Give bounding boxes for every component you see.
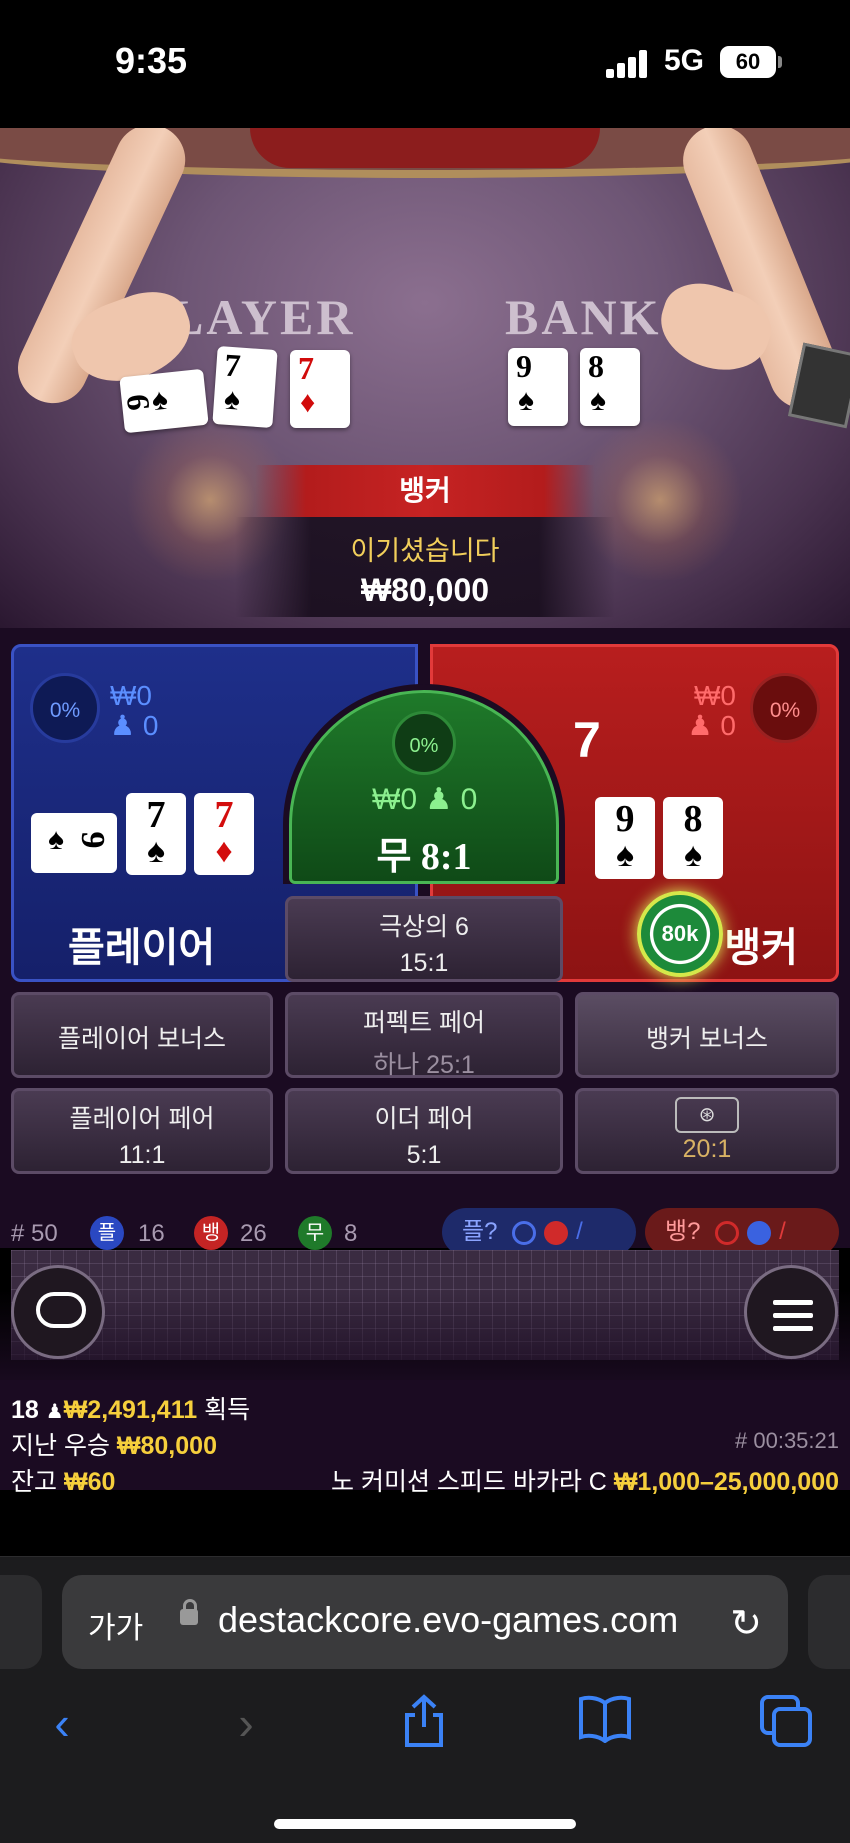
- player-bonus-bet[interactable]: 플레이어 보너스: [11, 992, 273, 1078]
- home-indicator: [274, 1819, 576, 1829]
- player-card-1: ♠ 9: [31, 813, 117, 873]
- menu-icon: [773, 1300, 813, 1305]
- prev-tab[interactable]: [0, 1575, 42, 1669]
- player-ask-button[interactable]: 플? /: [442, 1208, 636, 1256]
- forward-button[interactable]: ›: [216, 1693, 276, 1753]
- share-icon[interactable]: [394, 1693, 454, 1753]
- felt-player-label: LAYER: [170, 289, 356, 345]
- banker-ask-button[interactable]: 뱅? /: [645, 1208, 839, 1256]
- player-pct: 0%: [30, 673, 100, 743]
- signal-icon: [606, 50, 650, 78]
- banker-bonus-bet[interactable]: 뱅커 보너스: [575, 992, 839, 1078]
- round-time: # 00:35:21: [735, 1428, 839, 1453]
- player-card-3: 7 ♦: [194, 793, 254, 875]
- table-card-player-2: 7 ♠: [212, 346, 278, 428]
- banker-score: 7: [573, 712, 601, 768]
- battery-tip: [778, 56, 782, 68]
- person-icon: ♟: [425, 783, 453, 816]
- chat-button[interactable]: [11, 1265, 105, 1359]
- clock: 9:35: [115, 40, 188, 81]
- betting-area: 0% ₩0 ♟ 0 3 ♠ 9 7♠ 7♦ 플레이어 0% ₩0 ♟ 0 7 9…: [0, 628, 850, 1256]
- tie-label: 무 8:1: [376, 836, 472, 878]
- win-amount: ₩80,000: [360, 572, 490, 608]
- banker-stake: ₩0 ♟ 0: [687, 680, 736, 741]
- player-card-2: 7 ♠: [126, 793, 186, 875]
- person-icon: ♟: [687, 710, 713, 741]
- network-type: 5G: [664, 44, 705, 77]
- menu-button[interactable]: [744, 1265, 838, 1359]
- banker-count: 26: [240, 1220, 267, 1247]
- tie-stake: ₩0 ♟ 0: [372, 783, 478, 816]
- player-count: 16: [138, 1220, 165, 1247]
- player-stake: ₩0 ♟ 0: [110, 680, 159, 741]
- win-message: 이기셨습니다: [350, 536, 500, 566]
- balance-line: 잔고 ₩60: [11, 1468, 116, 1496]
- person-icon: ♟: [110, 710, 136, 741]
- chat-icon: [36, 1292, 86, 1328]
- super6-bet[interactable]: 극상의 6 15:1: [285, 896, 563, 982]
- banker-card-1: 9 ♠: [595, 797, 655, 879]
- address-bar[interactable]: 가가 destackcore.evo-games.com ↻: [62, 1575, 788, 1669]
- table-card-player-3: 7 ♦: [290, 350, 350, 428]
- player-label: 플레이어: [68, 926, 216, 970]
- payout-line: 18 ♟₩2,491,411 획득: [11, 1396, 251, 1424]
- banker-dot: 뱅: [194, 1216, 228, 1250]
- tie-dot: 무: [298, 1216, 332, 1250]
- browser-chrome: 가가 destackcore.evo-games.com ↻ ‹ ›: [0, 1556, 850, 1843]
- tabs-icon[interactable]: [756, 1693, 816, 1753]
- url-text: destackcore.evo-games.com: [218, 1599, 679, 1640]
- round-count: # 50: [11, 1220, 58, 1247]
- info-panel: 18 ♟₩2,491,411 획득 지난 우승 ₩80,000 # 00:35:…: [0, 1380, 850, 1496]
- person-icon: ♟: [45, 1401, 64, 1423]
- battery-icon: 60: [720, 46, 776, 78]
- winner-banner: 뱅커: [255, 465, 595, 517]
- banker-card-2: 8 ♠: [663, 797, 723, 879]
- back-button[interactable]: ‹: [32, 1693, 92, 1753]
- next-tab[interactable]: [808, 1575, 850, 1669]
- dealer-dress: [250, 128, 600, 168]
- either-pair-bet[interactable]: 이더 페어 5:1: [285, 1088, 563, 1174]
- banker-pct: 0%: [750, 673, 820, 743]
- bookmarks-icon[interactable]: [575, 1693, 635, 1753]
- table-info: 노 커미션 스피드 바카라 C ₩1,000–25,000,000: [331, 1468, 839, 1496]
- banker-label: 뱅커: [724, 926, 798, 970]
- bet-chip: 80k: [637, 891, 723, 977]
- lock-icon: [180, 1599, 198, 1625]
- last-win-line: 지난 우승 ₩80,000: [11, 1432, 217, 1460]
- win-panel: 이기셨습니다 ₩80,000: [235, 517, 615, 617]
- perfect-pair-bet[interactable]: 퍼펙트 페어 하나 25:1: [285, 992, 563, 1079]
- felt-banker-label: BANK: [505, 289, 662, 345]
- status-bar: 9:35 5G 60: [0, 0, 850, 128]
- table-card-banker-2: 8 ♠: [580, 348, 640, 426]
- road-fade: [0, 1290, 850, 1390]
- reader-settings-button[interactable]: 가가: [88, 1603, 143, 1647]
- player-dot: 플: [90, 1216, 124, 1250]
- special-bet-icon: ⊛: [675, 1097, 739, 1133]
- tie-pct: 0%: [392, 711, 456, 775]
- reload-icon[interactable]: ↻: [730, 1601, 762, 1646]
- special-bet[interactable]: ⊛ 20:1: [575, 1088, 839, 1174]
- tie-count: 8: [344, 1220, 358, 1247]
- player-pair-bet[interactable]: 플레이어 페어 11:1: [11, 1088, 273, 1174]
- table-card-banker-1: 9 ♠: [508, 348, 568, 426]
